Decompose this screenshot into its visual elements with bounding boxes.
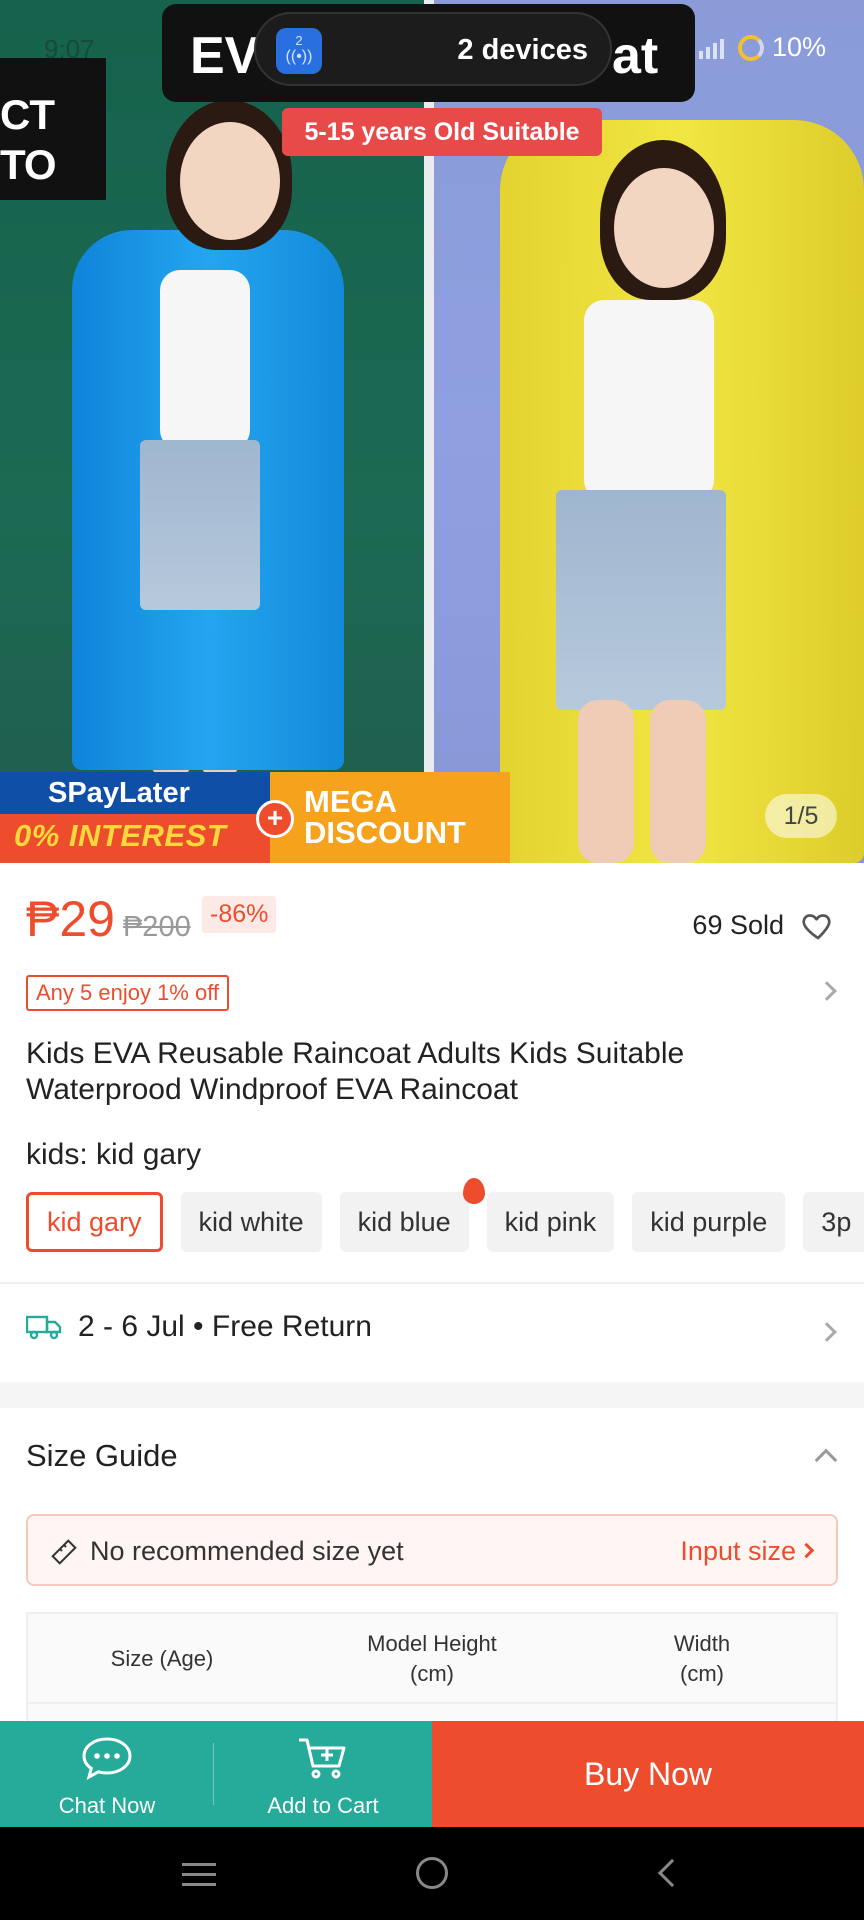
sold-count: 69 Sold (692, 910, 784, 940)
product-image-carousel[interactable]: CT TO 5-15 years Old Suitable SPayLater … (0, 0, 864, 863)
chat-icon (82, 1737, 132, 1780)
devices-text: 2 devices (457, 34, 588, 66)
buy-now-button[interactable]: Buy Now (432, 1721, 864, 1827)
table-header-unit: (cm) (410, 1661, 454, 1686)
variant-chips: kid gary kid white kid blue kid pink kid… (26, 1178, 864, 1252)
title-overlay-text: EV (190, 27, 260, 85)
battery-level: 10% (771, 32, 826, 62)
ruler-icon (51, 1539, 77, 1565)
devices-pill[interactable]: 2 ((•)) 2 devices (254, 12, 612, 86)
heart-icon[interactable] (800, 908, 836, 944)
mega-discount-line: DISCOUNT (304, 815, 466, 850)
hero-corner-label: CT TO (0, 58, 106, 200)
back-icon[interactable] (657, 1858, 687, 1888)
chevron-right-icon (798, 1542, 815, 1559)
kid-blue-face (180, 122, 280, 240)
bottom-action-bar: Chat Now Add to Cart Buy Now (0, 1721, 864, 1827)
variant-label: kids: kid gary (26, 1138, 202, 1171)
chevron-right-icon[interactable] (817, 981, 837, 1001)
table-header-text: Model Height (367, 1631, 497, 1656)
recommendation-text: No recommended size yet (90, 1536, 404, 1566)
price-row: ₱29 ₱200 (26, 890, 191, 948)
size-guide-title: Size Guide (26, 1438, 178, 1473)
shipping-row[interactable]: 2 - 6 Jul • Free Return (26, 1310, 372, 1344)
chevron-up-icon[interactable] (814, 1448, 838, 1472)
chat-now-label: Chat Now (58, 1793, 156, 1818)
plus-icon: + (256, 800, 294, 838)
home-icon[interactable] (416, 1857, 448, 1889)
menu-icon[interactable] (182, 1863, 216, 1887)
truck-icon (26, 1315, 62, 1340)
variant-chip[interactable]: kid pink (486, 1192, 615, 1252)
table-header-text: Width (673, 1631, 731, 1656)
size-table: Size (Age) Model Height (cm) Width (cm) (26, 1612, 838, 1722)
mega-discount-line: MEGA (304, 784, 397, 819)
kid-yellow-leg (578, 700, 634, 863)
fire-icon (462, 1178, 485, 1204)
promo-tag[interactable]: Any 5 enjoy 1% off (26, 975, 230, 1011)
kid-yellow-face (614, 168, 714, 288)
variant-chip[interactable]: kid blue (339, 1178, 485, 1252)
size-recommendation[interactable]: No recommended size yet Input size (26, 1514, 838, 1586)
input-size-link[interactable]: Input size (680, 1536, 796, 1567)
add-to-cart-button[interactable]: Add to Cart (214, 1721, 432, 1827)
kid-yellow-shirt (584, 300, 714, 500)
variant-chip[interactable]: kid purple (632, 1192, 786, 1252)
table-header-text: Size (Age) (110, 1646, 214, 1671)
chevron-right-icon[interactable] (817, 1322, 837, 1342)
image-counter: 1/5 (765, 794, 837, 838)
kid-blue-shorts (140, 440, 260, 610)
kid-yellow-leg (650, 700, 706, 863)
spaylater-banner: SPayLater 0% INTEREST (0, 772, 270, 863)
signal-icon (698, 37, 724, 59)
variant-chip[interactable]: 3p (803, 1192, 864, 1252)
battery-icon (737, 34, 764, 61)
table-header: Width (cm) (568, 1614, 836, 1704)
table-header: Size (Age) (28, 1614, 296, 1704)
shipping-text: 2 - 6 Jul • Free Return (78, 1310, 372, 1343)
product-title: Kids EVA Reusable Raincoat Adults Kids S… (26, 1037, 685, 1106)
kid-blue-shirt (160, 270, 250, 450)
divider (0, 1282, 864, 1284)
hero-corner-text: CT (0, 91, 55, 138)
table-divider (28, 1702, 836, 1704)
table-header-unit: (cm) (680, 1661, 724, 1686)
discount-badge: -86% (202, 896, 277, 933)
original-price: ₱200 (122, 911, 191, 943)
status-time: 9:07 (44, 34, 95, 64)
table-header: Model Height (cm) (298, 1614, 566, 1704)
chat-now-button[interactable]: Chat Now (0, 1721, 214, 1827)
variant-chip-label: kid blue (357, 1207, 451, 1237)
title-overlay-text: at (612, 27, 659, 85)
system-nav-bar (0, 1827, 864, 1920)
price: ₱29 (26, 891, 115, 947)
age-suitable-tag: 5-15 years Old Suitable (282, 108, 602, 156)
add-to-cart-label: Add to Cart (267, 1793, 379, 1818)
broadcast-icon: 2 ((•)) (276, 28, 322, 74)
kid-yellow-shorts (556, 490, 726, 710)
cart-icon (299, 1738, 346, 1779)
spaylater-interest: 0% INTEREST (14, 818, 227, 853)
hero-corner-text: TO (0, 141, 57, 188)
mega-discount-banner: MEGA DISCOUNT (270, 772, 510, 863)
variant-chip[interactable]: kid white (180, 1192, 322, 1252)
section-divider (0, 1382, 864, 1408)
variant-chip[interactable]: kid gary (26, 1192, 163, 1252)
status-icons: 10% (698, 32, 826, 63)
devices-badge: 2 (295, 33, 303, 48)
spaylater-title: SPayLater (0, 772, 270, 814)
